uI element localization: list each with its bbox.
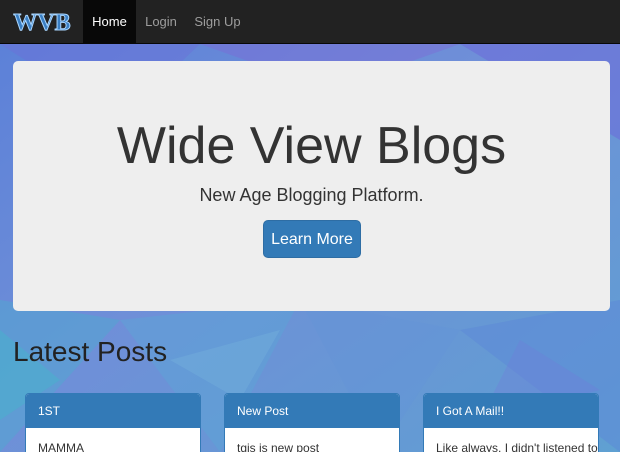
post-card-excerpt: MAMMA bbox=[38, 441, 84, 452]
post-card-excerpt: tgis is new post bbox=[237, 441, 320, 452]
brand-logo-text: WVB bbox=[13, 10, 70, 36]
hero-subtitle: New Age Blogging Platform. bbox=[199, 185, 424, 205]
nav-home-link[interactable]: Home bbox=[83, 0, 136, 43]
post-card-excerpt: Like always, I didn't listened to bbox=[436, 441, 598, 452]
post-card: I Got A Mail!! Like always, I didn't lis… bbox=[423, 393, 599, 452]
top-navbar: WVB Home Login Sign Up bbox=[0, 0, 620, 44]
hero-title: Wide View Blogs bbox=[116, 117, 507, 175]
post-card-title[interactable]: New Post bbox=[225, 394, 399, 428]
brand-logo[interactable]: WVB bbox=[6, 7, 78, 37]
hero-jumbotron: Wide View Blogs New Age Blogging Platfor… bbox=[13, 61, 610, 311]
latest-posts-heading: Latest Posts bbox=[13, 336, 168, 367]
nav-login-link[interactable]: Login bbox=[136, 0, 186, 43]
nav-signup-link[interactable]: Sign Up bbox=[186, 0, 249, 43]
post-card-title[interactable]: 1ST bbox=[26, 394, 200, 428]
learn-more-button[interactable]: Learn More bbox=[263, 220, 361, 258]
post-card: 1ST MAMMA bbox=[25, 393, 201, 452]
post-card: New Post tgis is new post bbox=[224, 393, 400, 452]
post-card-title[interactable]: I Got A Mail!! bbox=[424, 394, 598, 428]
